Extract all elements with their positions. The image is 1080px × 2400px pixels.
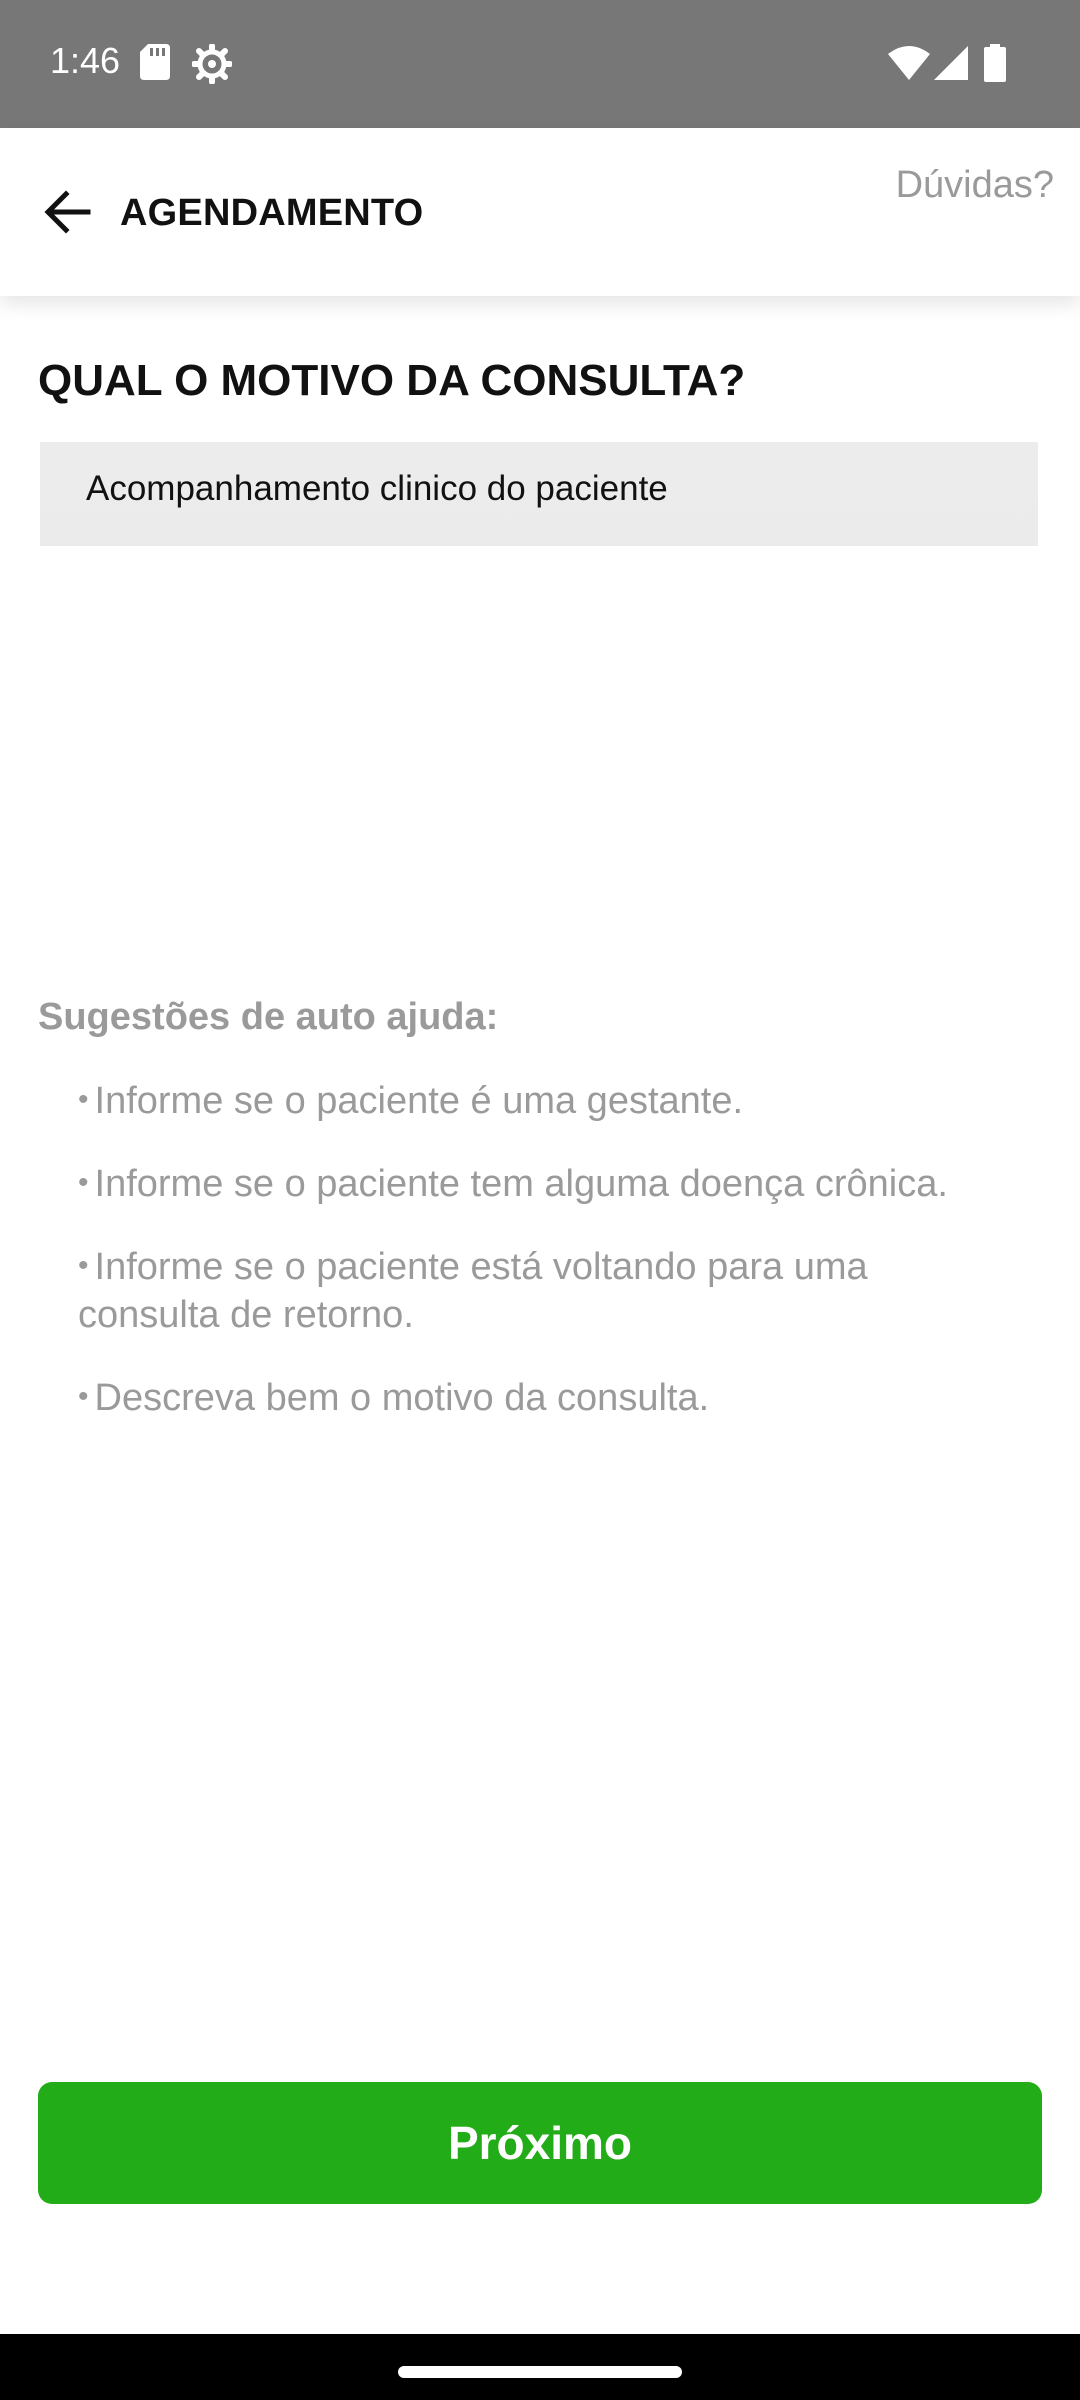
bullet-icon: • [78, 1249, 89, 1282]
wifi-icon [888, 46, 930, 85]
suggestion-text: Informe se o paciente está voltando para… [78, 1246, 868, 1336]
bullet-icon: • [78, 1380, 89, 1413]
battery-icon [984, 44, 1006, 87]
status-time: 1:46 [50, 40, 121, 81]
reason-textarea[interactable]: Acompanhamento clinico do paciente [40, 442, 1038, 962]
list-item: • Informe se o paciente tem alguma doença… [78, 1159, 1018, 1208]
signal-icon [934, 46, 968, 85]
bullet-icon: • [78, 1083, 89, 1116]
list-item: • Descreva bem o motivo da consulta. [78, 1373, 1018, 1422]
arrow-left-icon [44, 189, 92, 239]
bullet-icon: • [78, 1166, 89, 1199]
suggestions-list: • Informe se o paciente é uma gestante. •… [78, 1076, 1018, 1456]
app-bar: AGENDAMENTO Dúvidas? [0, 128, 1080, 296]
list-item: • Informe se o paciente está voltando par… [78, 1242, 1018, 1339]
status-bar: 1:46 [0, 0, 1080, 128]
navigation-bar [0, 2334, 1080, 2400]
help-link[interactable]: Dúvidas? [896, 164, 1054, 207]
sd-card-icon [140, 44, 170, 85]
next-button[interactable]: Próximo [38, 2082, 1042, 2204]
page-title: AGENDAMENTO [120, 192, 424, 234]
back-button[interactable] [28, 174, 108, 254]
home-indicator[interactable] [398, 2366, 682, 2378]
suggestions-title: Sugestões de auto ajuda: [38, 996, 499, 1038]
suggestion-text: Informe se o paciente tem alguma doença … [94, 1163, 948, 1205]
suggestion-text: Descreva bem o motivo da consulta. [94, 1377, 710, 1419]
question-title: QUAL O MOTIVO DA CONSULTA? [38, 356, 746, 405]
list-item: • Informe se o paciente é uma gestante. [78, 1076, 1018, 1125]
settings-gear-icon [191, 43, 233, 89]
suggestion-text: Informe se o paciente é uma gestante. [94, 1080, 744, 1122]
